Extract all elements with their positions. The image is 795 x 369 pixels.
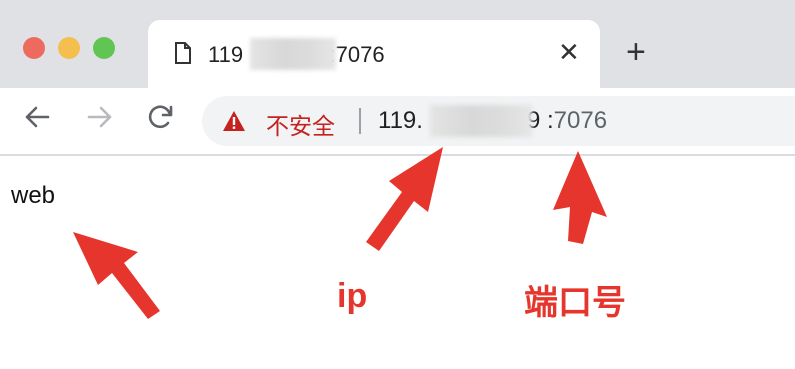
- arrow-to-port: [553, 151, 607, 244]
- arrow-to-ip: [366, 147, 443, 251]
- annotation-ip-label: ip: [337, 277, 368, 315]
- annotation-arrows: [73, 147, 607, 319]
- arrow-to-web: [73, 232, 160, 319]
- annotation-port-label: 端口号: [524, 284, 626, 322]
